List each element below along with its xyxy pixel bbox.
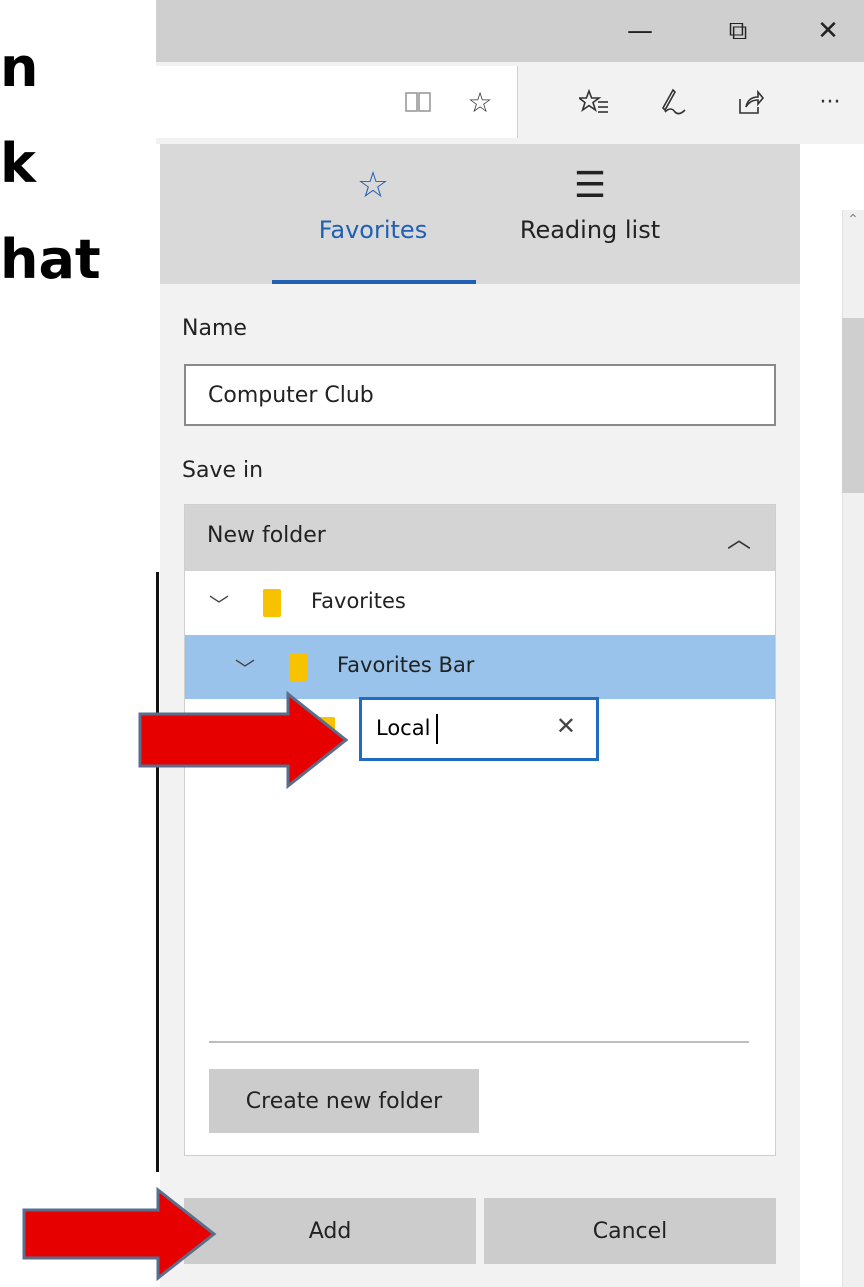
restore-icon: ⧉	[728, 15, 748, 46]
web-note-button[interactable]	[648, 78, 696, 126]
minimize-button[interactable]: —	[610, 8, 670, 54]
folder-picker-title: New folder	[207, 523, 326, 548]
slide-text: n k hat	[0, 20, 101, 308]
scrollbar-thumb[interactable]	[842, 318, 864, 493]
folder-picker: New folder ︿ ﹀ Favorites ﹀ Favorites Bar…	[184, 504, 776, 1156]
toolbar: ☆ ···	[156, 62, 864, 144]
add-button[interactable]: Add	[184, 1198, 476, 1264]
create-new-folder-button[interactable]: Create new folder	[209, 1069, 479, 1133]
add-favorite-button[interactable]: ☆	[456, 78, 504, 126]
name-field[interactable]	[184, 364, 776, 426]
folder-icon	[263, 589, 281, 617]
folder-icon	[289, 653, 307, 681]
favorites-hub-button[interactable]	[570, 78, 618, 126]
star-list-icon	[579, 89, 608, 113]
new-folder-name-text: Local	[376, 716, 431, 740]
reading-view-button[interactable]	[394, 78, 442, 126]
slide-line-1: n	[0, 36, 39, 99]
tab-favorites-label: Favorites	[318, 216, 428, 244]
book-icon	[405, 92, 431, 112]
pen-icon	[662, 88, 686, 115]
slide-line-3: hat	[0, 228, 101, 291]
page-content-divider	[156, 572, 159, 1172]
minimize-icon: —	[627, 16, 653, 46]
tree-item-favorites[interactable]: ﹀ Favorites	[185, 571, 775, 635]
chevron-down-icon: ﹀	[235, 657, 255, 681]
slide-line-2: k	[0, 132, 36, 195]
divider	[209, 1041, 749, 1043]
star-icon: ☆	[467, 85, 493, 119]
share-icon	[739, 89, 764, 114]
title-bar: — ⧉ ✕	[156, 0, 864, 62]
close-button[interactable]: ✕	[798, 8, 858, 54]
panel-tabs: ☆ Favorites ☰ Reading list	[160, 144, 800, 284]
tree-item-label: Favorites	[311, 589, 406, 613]
folder-picker-header[interactable]: New folder ︿	[185, 505, 775, 571]
annotation-arrow-icon	[138, 690, 349, 790]
cancel-button[interactable]: Cancel	[484, 1198, 776, 1264]
restore-button[interactable]: ⧉	[708, 8, 768, 54]
star-outline-icon: ☆	[356, 165, 390, 206]
chevron-down-icon: ﹀	[209, 593, 229, 617]
close-icon: ✕	[817, 16, 839, 46]
tab-favorites[interactable]: ☆ Favorites	[270, 164, 476, 284]
tree-item-label: Favorites Bar	[337, 653, 475, 677]
reading-list-icon: ☰	[573, 165, 607, 206]
share-button[interactable]	[726, 78, 774, 126]
annotation-arrow-icon	[22, 1186, 217, 1282]
tab-reading-list[interactable]: ☰ Reading list	[490, 164, 690, 284]
text-caret	[436, 714, 438, 744]
chevron-up-icon: ︿	[727, 525, 751, 553]
scroll-up-arrow-icon[interactable]: ⌃	[842, 212, 864, 236]
name-label: Name	[182, 316, 247, 341]
tab-reading-list-label: Reading list	[519, 216, 661, 244]
more-icon: ···	[819, 89, 841, 115]
active-tab-indicator	[272, 280, 476, 284]
save-in-label: Save in	[182, 458, 264, 483]
clear-icon[interactable]: ✕	[556, 712, 576, 740]
more-button[interactable]: ···	[806, 78, 854, 126]
new-folder-name-input[interactable]: Local ✕	[359, 697, 599, 761]
